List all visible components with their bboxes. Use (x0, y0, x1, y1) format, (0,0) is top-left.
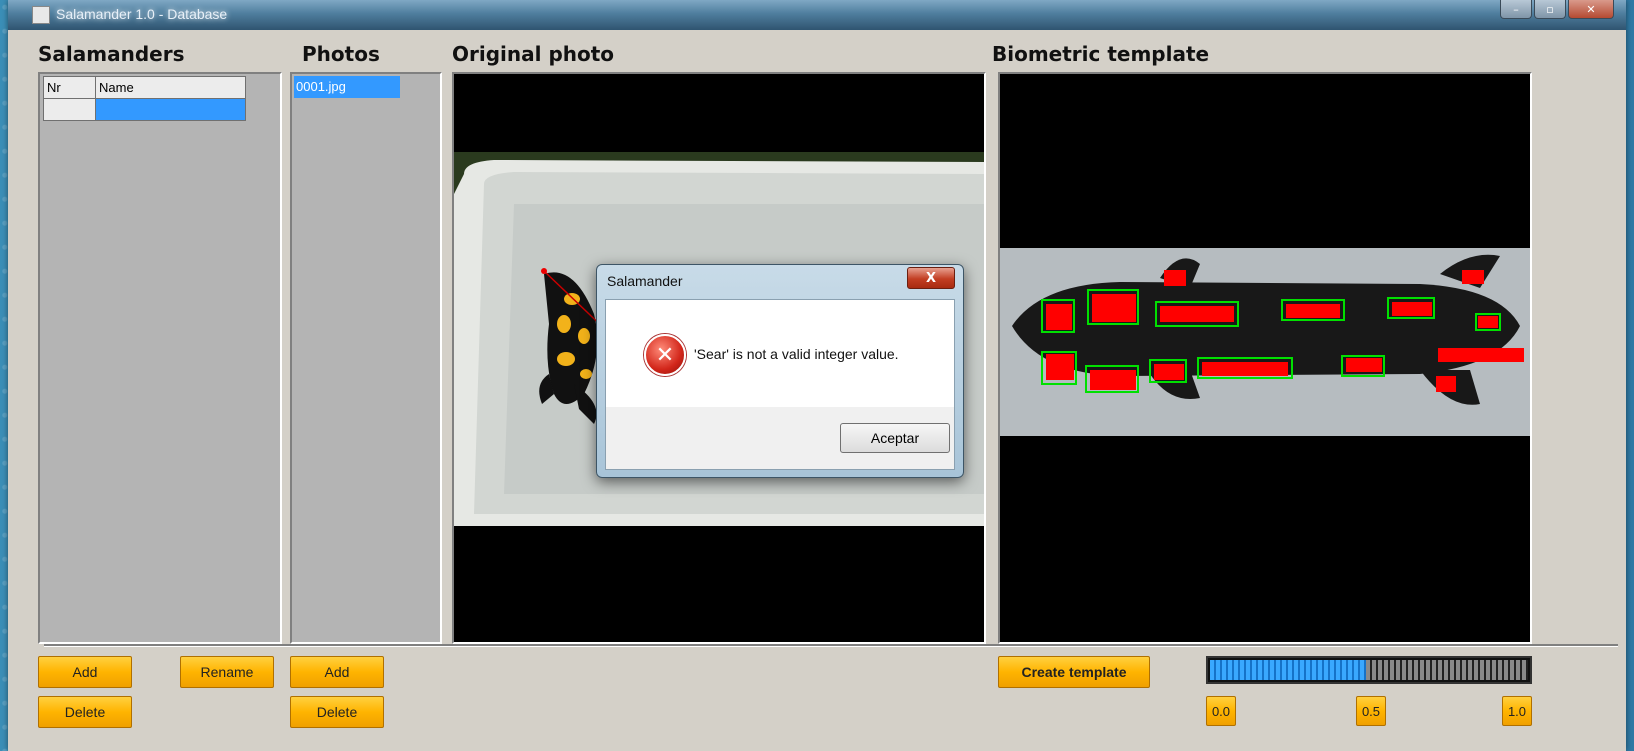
window-title: Salamander 1.0 - Database (56, 6, 228, 22)
threshold-remaining (1365, 660, 1528, 680)
rename-salamander-button[interactable]: Rename (180, 656, 274, 688)
row-nr-cell[interactable] (43, 98, 96, 121)
row-name-cell[interactable] (95, 98, 246, 121)
title-bar: Salamander 1.0 - Database – ▫ ✕ (8, 0, 1626, 30)
error-icon: ✕ (644, 334, 686, 376)
dialog-title: Salamander (607, 273, 683, 289)
photos-list[interactable]: 0001.jpg (290, 72, 442, 644)
column-header-name[interactable]: Name (95, 76, 246, 99)
maximize-button[interactable]: ▫ (1534, 0, 1566, 19)
dialog-close-button[interactable]: X (907, 267, 955, 289)
close-window-button[interactable]: ✕ (1568, 0, 1614, 19)
create-template-button[interactable]: Create template (998, 656, 1150, 688)
column-header-nr[interactable]: Nr (43, 76, 96, 99)
delete-salamander-button[interactable]: Delete (38, 696, 132, 728)
biometric-template-view (998, 72, 1532, 644)
threshold-0-button[interactable]: 0.0 (1206, 696, 1236, 726)
marker-point[interactable] (541, 268, 547, 274)
salamanders-grid[interactable]: Nr Name (43, 76, 246, 121)
biometric-template-heading: Biometric template (992, 42, 1210, 66)
biometric-template-image (1000, 74, 1530, 642)
threshold-bar[interactable] (1206, 656, 1532, 684)
ok-button[interactable]: Aceptar (840, 423, 950, 453)
dialog-footer: Aceptar (605, 407, 955, 470)
minimize-button[interactable]: – (1500, 0, 1532, 19)
photos-heading: Photos (302, 42, 380, 66)
app-icon (32, 6, 50, 24)
error-dialog: Salamander X ✕ 'Sear' is not a valid int… (596, 264, 964, 478)
salamanders-list[interactable]: Nr Name (38, 72, 282, 644)
threshold-1-button[interactable]: 1.0 (1502, 696, 1532, 726)
dialog-body: ✕ 'Sear' is not a valid integer value. (605, 299, 955, 409)
add-photo-button[interactable]: Add (290, 656, 384, 688)
list-item[interactable]: 0001.jpg (294, 76, 400, 98)
add-salamander-button[interactable]: Add (38, 656, 132, 688)
separator (44, 644, 1618, 647)
salamanders-heading: Salamanders (38, 42, 185, 66)
original-photo-heading: Original photo (452, 42, 615, 66)
table-row[interactable] (43, 98, 246, 121)
threshold-05-button[interactable]: 0.5 (1356, 696, 1386, 726)
delete-photo-button[interactable]: Delete (290, 696, 384, 728)
threshold-fill (1210, 660, 1366, 680)
error-message: 'Sear' is not a valid integer value. (694, 346, 899, 362)
